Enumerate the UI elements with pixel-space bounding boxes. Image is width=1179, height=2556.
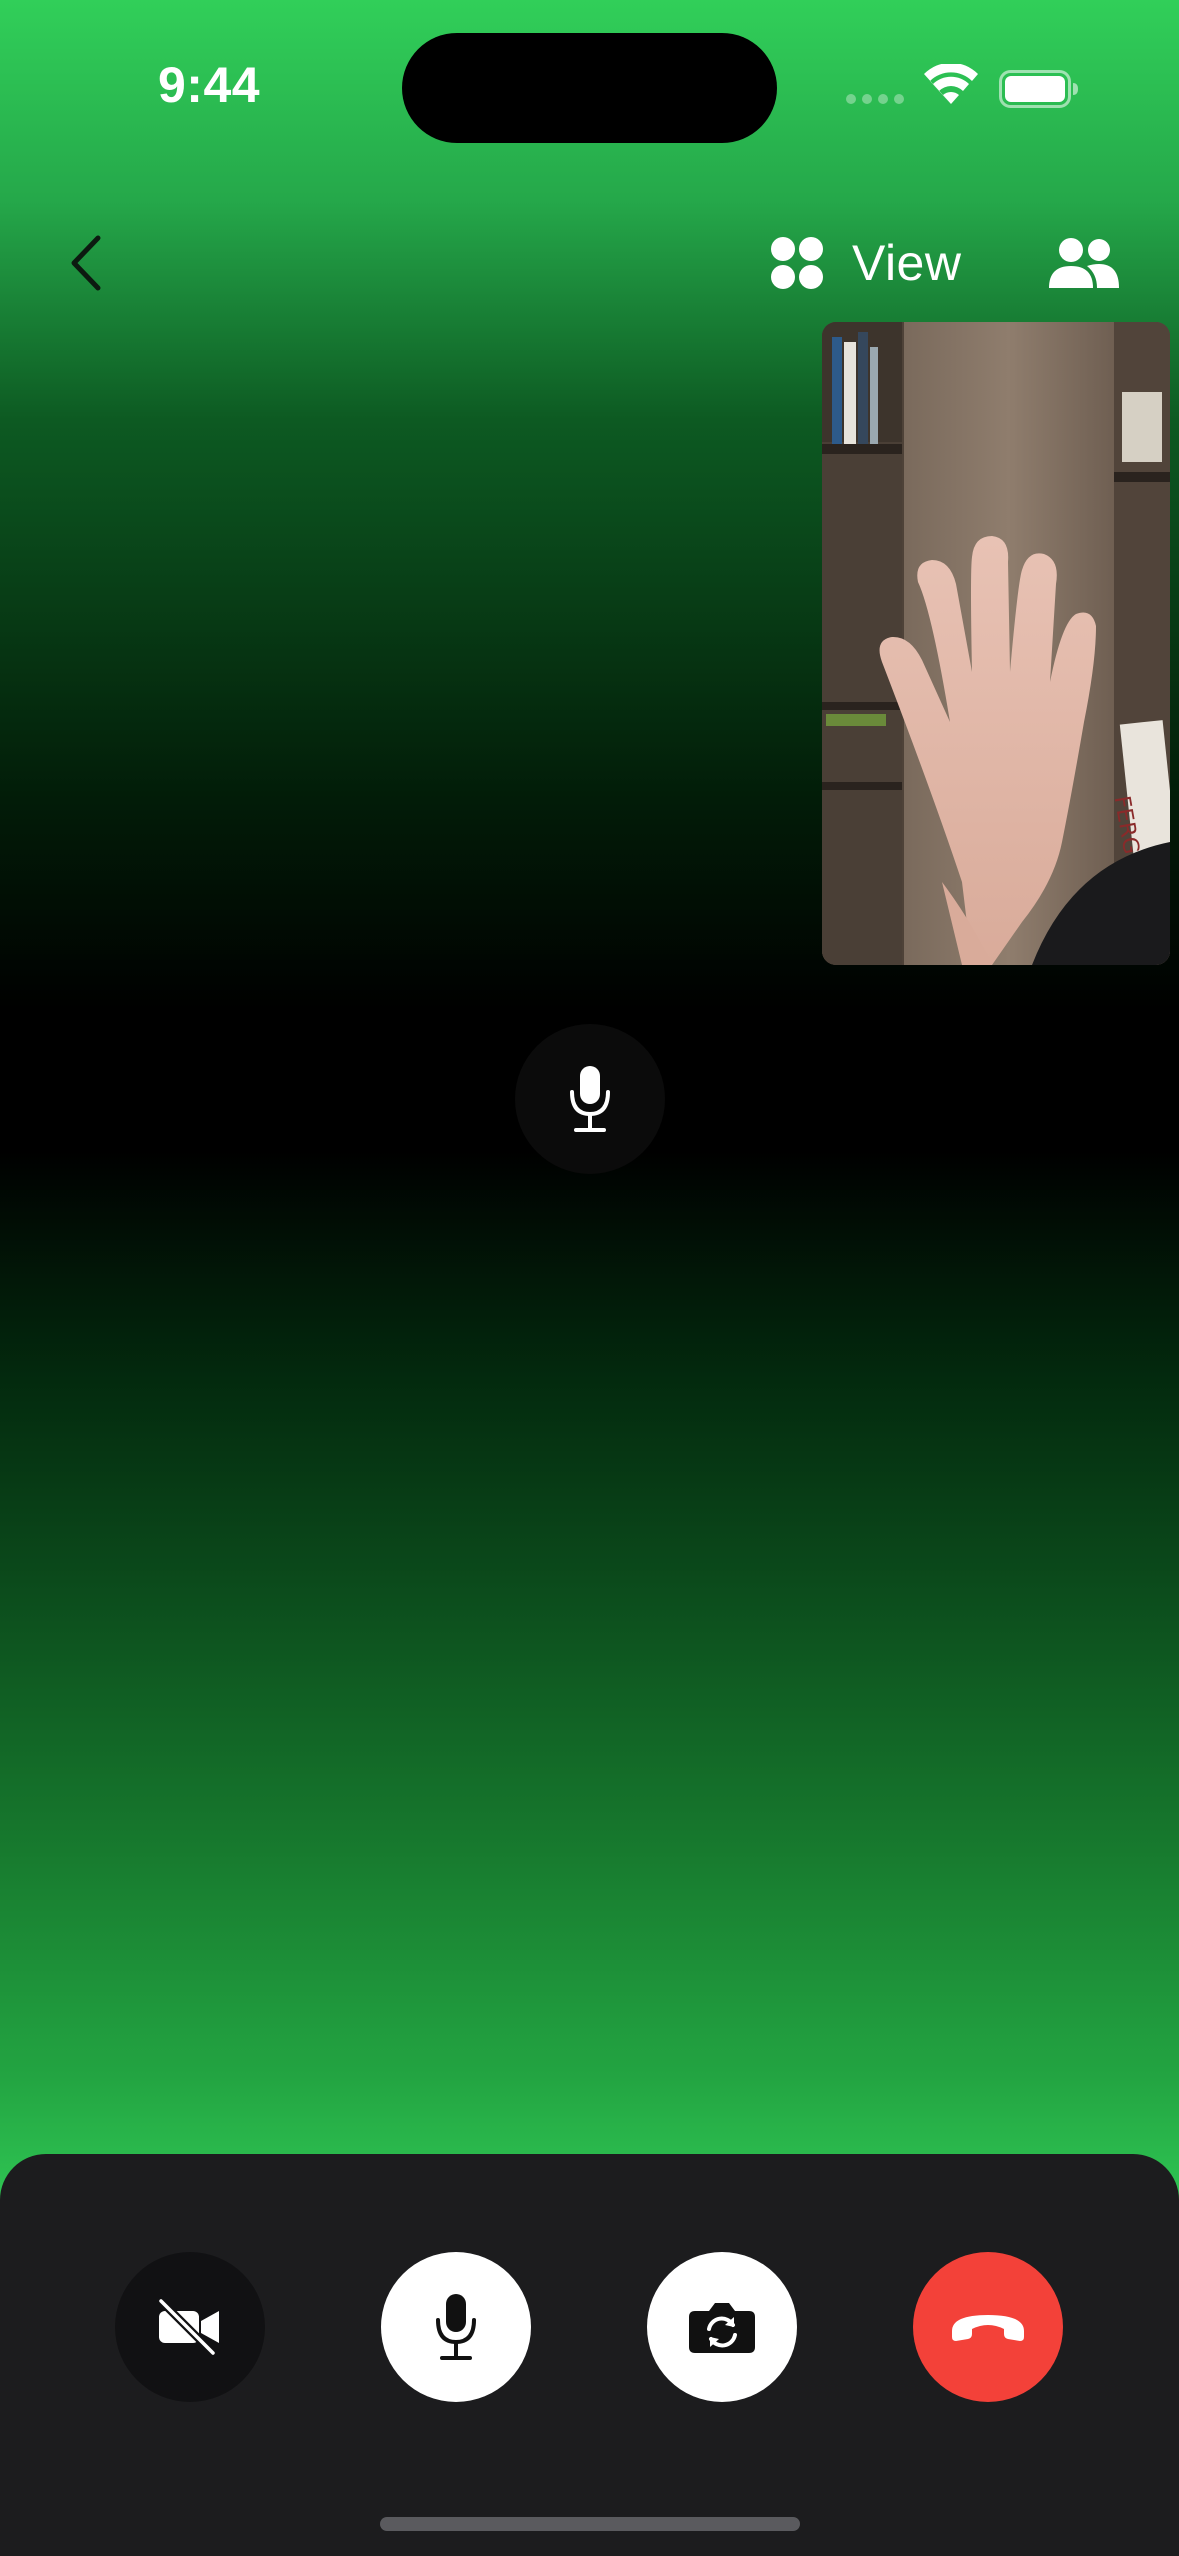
camera-toggle-button[interactable] bbox=[115, 2252, 265, 2402]
participants-button[interactable] bbox=[1047, 236, 1121, 290]
self-view-image: FERGUSON bbox=[822, 322, 1170, 965]
phone-hangup-icon bbox=[952, 2315, 1024, 2341]
flip-camera-button[interactable] bbox=[647, 2252, 797, 2402]
microphone-icon bbox=[570, 1066, 610, 1132]
self-view-video[interactable]: FERGUSON bbox=[822, 322, 1170, 965]
wifi-icon bbox=[924, 64, 978, 104]
view-label: View bbox=[852, 235, 962, 291]
microphone-toggle-button[interactable] bbox=[381, 2252, 531, 2402]
grid-four-dots-icon bbox=[771, 237, 823, 289]
back-button[interactable] bbox=[58, 228, 118, 298]
camera-rotate-icon bbox=[689, 2303, 755, 2353]
video-slash-icon bbox=[157, 2297, 219, 2357]
home-indicator bbox=[380, 2517, 800, 2531]
speaker-mic-indicator bbox=[515, 1024, 665, 1174]
end-call-button[interactable] bbox=[913, 2252, 1063, 2402]
dynamic-island bbox=[402, 33, 777, 143]
view-button[interactable]: View bbox=[770, 225, 961, 301]
microphone-icon bbox=[436, 2294, 476, 2360]
status-time: 9:44 bbox=[158, 57, 261, 113]
battery-icon bbox=[999, 70, 1078, 108]
cellular-signal-icon bbox=[846, 94, 906, 106]
call-control-tray bbox=[0, 2154, 1179, 2556]
